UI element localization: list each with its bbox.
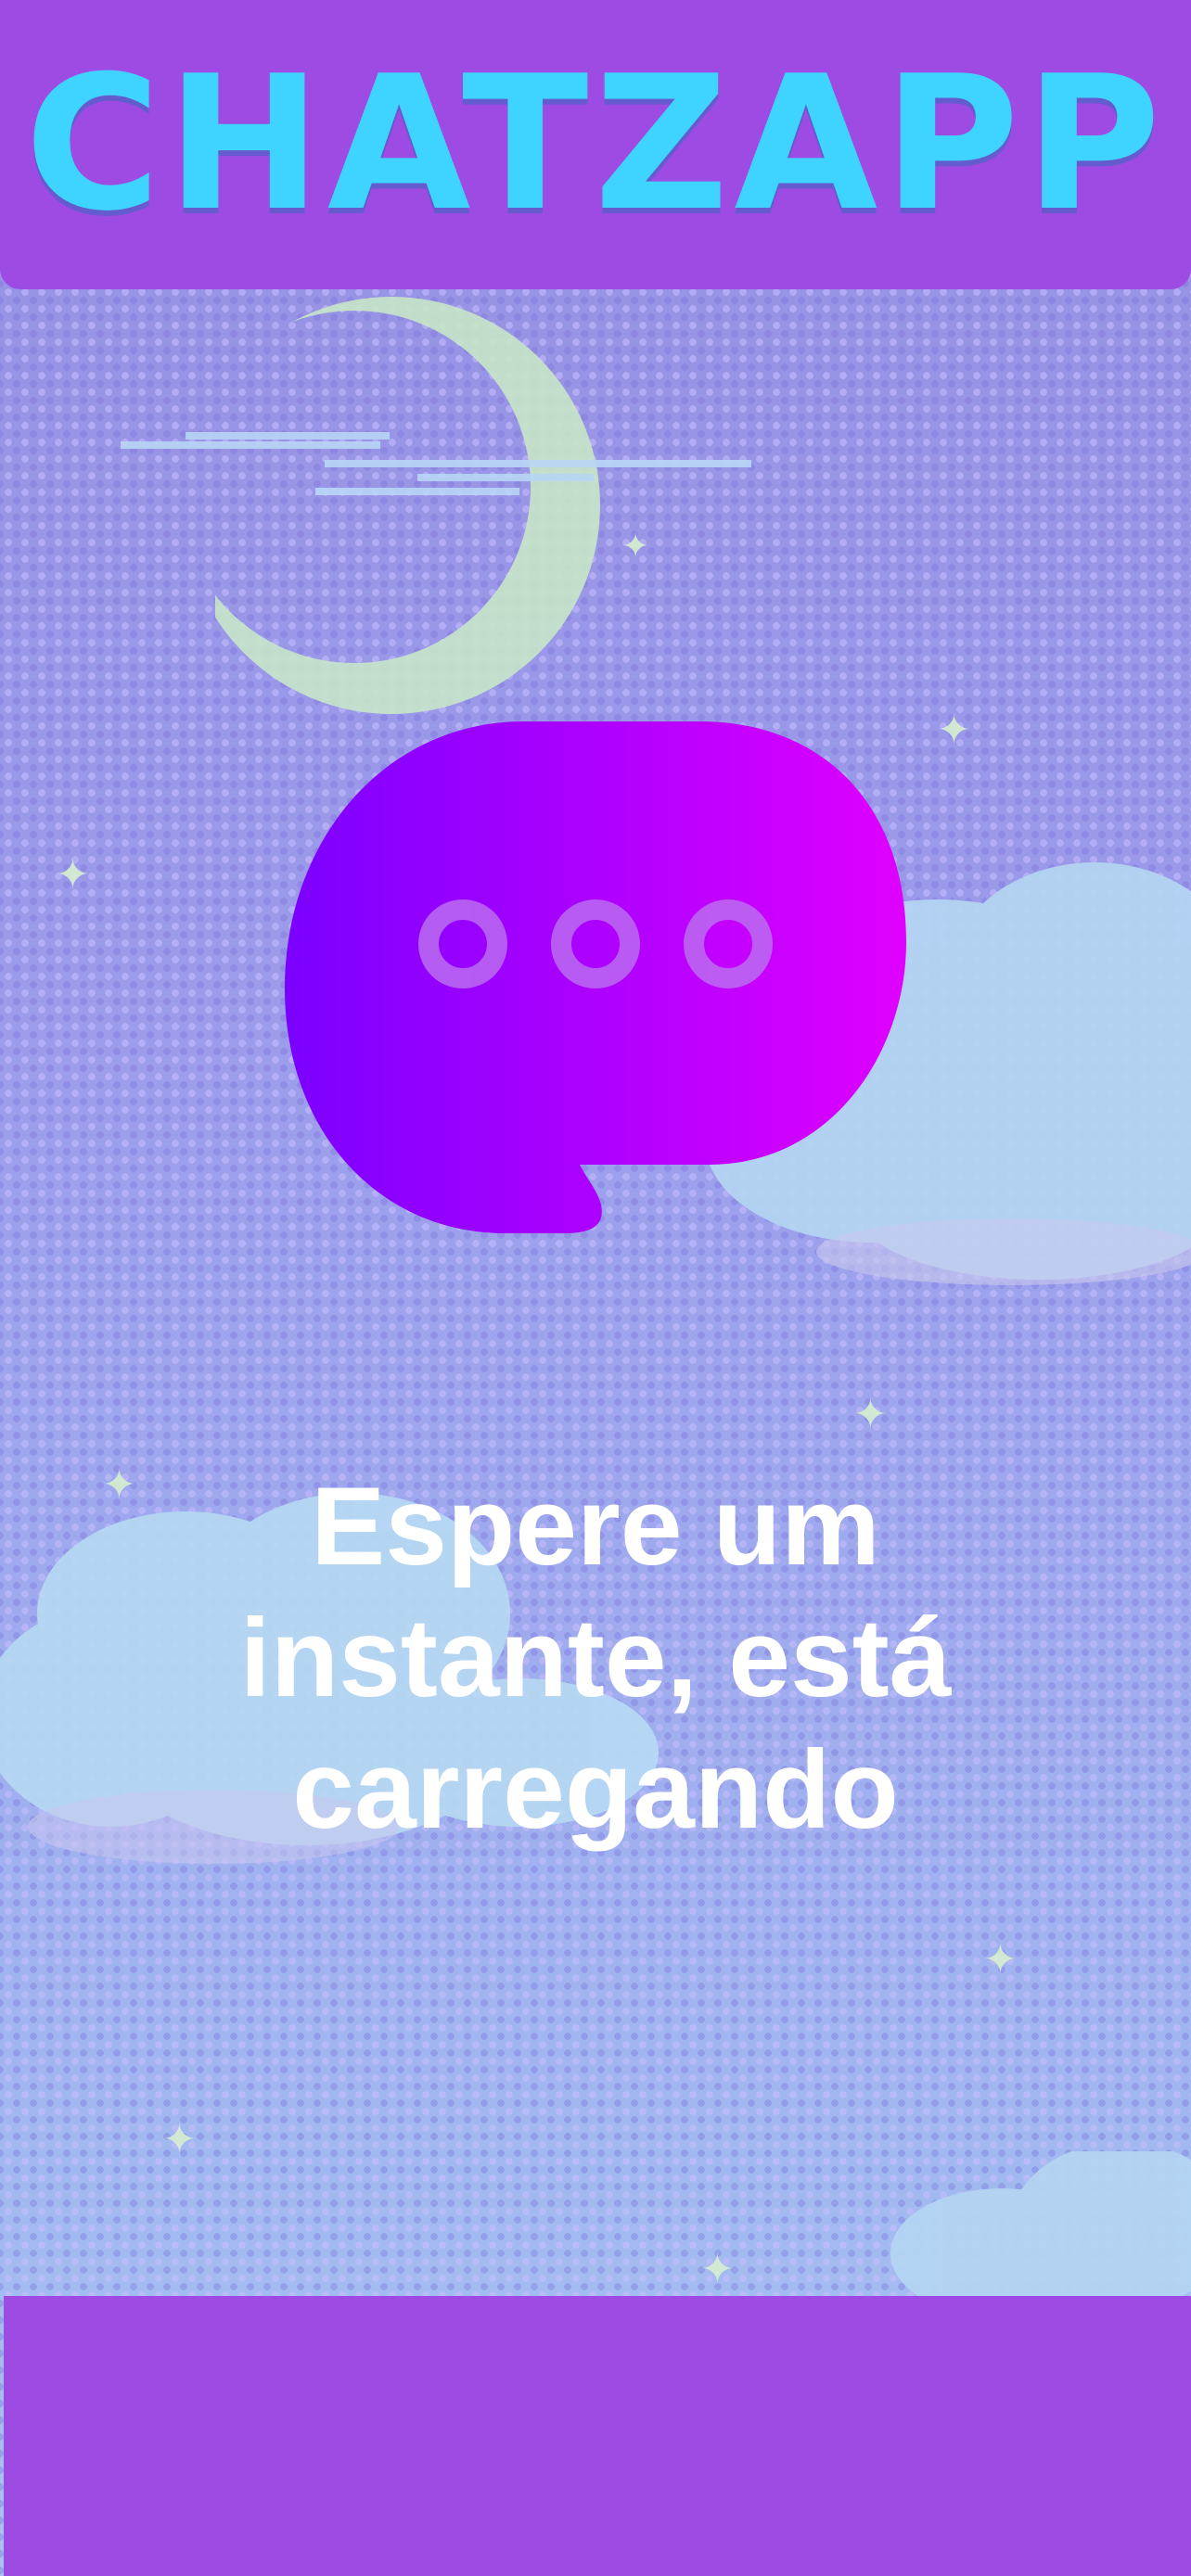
- sparkle-star-icon: ✦: [162, 2116, 197, 2163]
- wispy-cloud-lines: [121, 432, 751, 495]
- sparkle-star-icon: ✦: [621, 528, 650, 566]
- bottom-bar: [4, 2296, 1191, 2576]
- loading-screen: ✦ ✦ ✦ ✦ ✦ ✦ ✦ ✦ Espere um instante, está…: [0, 0, 1191, 2576]
- sparkle-star-icon: ✦: [853, 1391, 888, 1438]
- app-header: CHATZAPP: [0, 0, 1191, 289]
- cloud-icon: [890, 2151, 1191, 2300]
- sparkle-star-icon: ✦: [700, 2246, 735, 2293]
- chat-bubble-typing-icon: [285, 721, 906, 1233]
- sparkle-star-icon: ✦: [983, 1936, 1018, 1983]
- app-logo: CHATZAPP: [24, 36, 1167, 252]
- sparkle-star-icon: ✦: [937, 707, 971, 754]
- sparkle-star-icon: ✦: [56, 851, 90, 899]
- loading-message: Espere um instante, está carregando: [239, 1464, 952, 1852]
